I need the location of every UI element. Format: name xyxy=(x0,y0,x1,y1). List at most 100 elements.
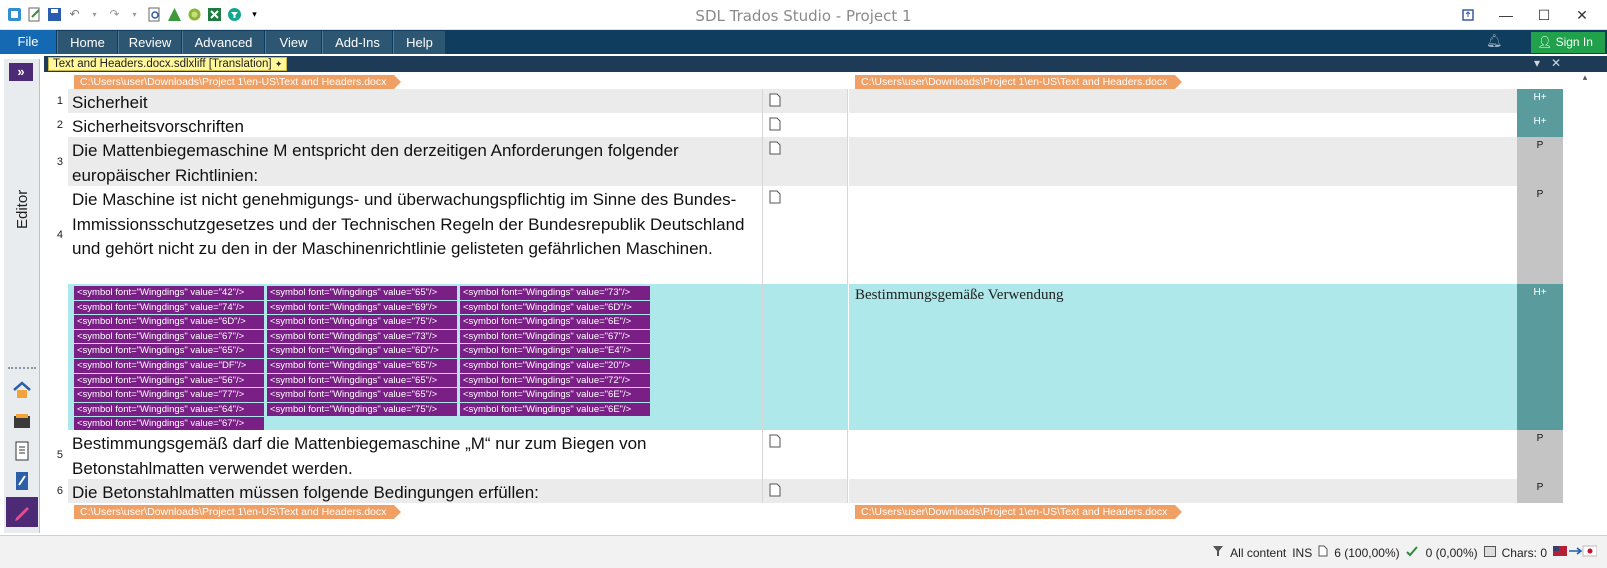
segment-number: 4 xyxy=(56,229,63,241)
symbol-tag[interactable]: <symbol font="Wingdings" value="73"/> xyxy=(460,286,650,300)
tab-close-icon[interactable]: ✦ xyxy=(275,59,283,69)
symbol-tag[interactable]: <symbol font="Wingdings" value="75"/> xyxy=(267,402,457,417)
close-icon[interactable]: ✕ xyxy=(1563,3,1601,27)
flag-icon[interactable] xyxy=(1553,545,1598,560)
tab-review[interactable]: Review xyxy=(118,31,181,54)
symbol-tag[interactable]: <symbol font="Wingdings" value="20"/> xyxy=(460,358,650,373)
undo-icon[interactable]: ↶ xyxy=(66,6,83,23)
symbol-tag[interactable]: <symbol font="Wingdings" value="56"/> xyxy=(74,373,264,388)
target-cell[interactable] xyxy=(849,113,1517,137)
segment-row[interactable]: 6 Die Betonstahlmatten müssen folgende B… xyxy=(44,479,1563,503)
symbol-tag[interactable]: <symbol font="Wingdings" value="69"/> xyxy=(267,300,457,315)
symbol-tag[interactable]: <symbol font="Wingdings" value="65"/> xyxy=(267,286,457,300)
save-icon[interactable] xyxy=(46,6,63,23)
symbol-tag[interactable]: <symbol font="Wingdings" value="42"/> xyxy=(74,286,264,300)
excel-icon[interactable] xyxy=(206,6,223,23)
status-cell xyxy=(762,430,848,479)
target-cell[interactable] xyxy=(849,430,1517,479)
minimize-icon[interactable]: — xyxy=(1487,3,1525,27)
symbol-tag[interactable]: <symbol font="Wingdings" value="67"/> xyxy=(74,417,264,431)
structure-badge: P xyxy=(1517,479,1563,503)
symbol-tag[interactable]: <symbol font="Wingdings" value="65"/> xyxy=(74,344,264,358)
source-cell[interactable]: Die Betonstahlmatten müssen folgende Bed… xyxy=(68,479,762,503)
symbol-tag[interactable]: <symbol font="Wingdings" value="DF"/> xyxy=(74,358,264,373)
segment-row[interactable]: 2 Sicherheitsvorschriften H+ xyxy=(44,113,1563,137)
source-cell[interactable]: Die Mattenbiegemaschine M entspricht den… xyxy=(68,137,762,186)
symbol-tag[interactable]: <symbol font="Wingdings" value="6D"/> xyxy=(74,315,264,329)
symbol-tag[interactable]: <symbol font="Wingdings" value="72"/> xyxy=(460,373,650,388)
undo-dropdown-icon[interactable]: ▾ xyxy=(86,6,103,23)
symbol-tag[interactable]: <symbol font="Wingdings" value="6D"/> xyxy=(267,344,457,358)
tag-list: <symbol font="Wingdings" value="42"/> <s… xyxy=(68,284,668,432)
symbol-tag[interactable]: <symbol font="Wingdings" value="E4"/> xyxy=(460,344,650,358)
source-cell[interactable]: Die Maschine ist nicht genehmigungs- und… xyxy=(68,186,762,284)
funnel-icon[interactable] xyxy=(1212,545,1224,560)
symbol-tag[interactable]: <symbol font="Wingdings" value="6D"/> xyxy=(460,300,650,315)
symbol-tag[interactable]: <symbol font="Wingdings" value="73"/> xyxy=(267,329,457,344)
file-tab[interactable]: File xyxy=(0,30,56,54)
segment-row[interactable]: 3 Die Mattenbiegemaschine M entspricht d… xyxy=(44,137,1563,186)
editor-grid: C:\Users\user\Downloads\Project 1\en-US\… xyxy=(44,72,1563,531)
redo-icon[interactable]: ↷ xyxy=(106,6,123,23)
target-cell[interactable] xyxy=(849,479,1517,503)
edit-document-icon[interactable] xyxy=(26,6,43,23)
preview-icon[interactable] xyxy=(146,6,163,23)
segment-row[interactable]: 4 Die Maschine ist nicht genehmigungs- u… xyxy=(44,186,1563,284)
filter-status[interactable]: All content xyxy=(1230,546,1286,560)
segment-row[interactable]: 1 Sicherheit H+ xyxy=(44,89,1563,113)
filter-circle-icon[interactable] xyxy=(226,6,243,23)
source-cell[interactable]: <symbol font="Wingdings" value="42"/> <s… xyxy=(68,284,762,432)
symbol-tag[interactable]: <symbol font="Wingdings" value="65"/> xyxy=(267,358,457,373)
vertical-scrollbar[interactable]: ▴ xyxy=(1563,72,1607,531)
symbol-tag[interactable]: <symbol font="Wingdings" value="64"/> xyxy=(74,402,264,417)
target-cell[interactable] xyxy=(849,89,1517,113)
scroll-up-arrow[interactable]: ▴ xyxy=(1563,72,1607,84)
expand-pane-button[interactable]: » xyxy=(9,63,33,81)
source-cell[interactable]: Sicherheit xyxy=(68,89,762,113)
sign-in-button[interactable]: 👤︎ Sign In xyxy=(1531,32,1605,53)
nav-editor-view[interactable] xyxy=(6,497,38,527)
target-cell[interactable] xyxy=(849,137,1517,186)
tab-list-dropdown-icon[interactable]: ▾ xyxy=(1534,56,1540,70)
tab-home[interactable]: Home xyxy=(57,31,117,54)
tree-icon[interactable] xyxy=(166,6,183,23)
symbol-tag[interactable]: <symbol font="Wingdings" value="75"/> xyxy=(267,315,457,329)
symbol-tag[interactable]: <symbol font="Wingdings" value="65"/> xyxy=(267,373,457,388)
tab-view[interactable]: View xyxy=(265,31,321,54)
nav-projects-view[interactable] xyxy=(6,406,38,436)
close-document-icon[interactable]: ✕ xyxy=(1551,56,1561,70)
symbol-tag[interactable]: <symbol font="Wingdings" value="65"/> xyxy=(267,388,457,402)
notifications-icon[interactable]: 🔔︎ xyxy=(1486,33,1504,51)
segment-row-active[interactable]: <symbol font="Wingdings" value="42"/> <s… xyxy=(44,284,1563,432)
symbol-tag[interactable]: <symbol font="Wingdings" value="74"/> xyxy=(74,300,264,315)
symbol-tag[interactable]: <symbol font="Wingdings" value="67"/> xyxy=(74,329,264,344)
quick-access-toolbar: ↶ ▾ ↷ ▾ ▾ xyxy=(6,6,263,23)
nav-home-view[interactable] xyxy=(6,375,38,405)
symbol-tag[interactable]: <symbol font="Wingdings" value="67"/> xyxy=(460,329,650,344)
segment-status-icon xyxy=(769,434,781,448)
tab-help[interactable]: Help xyxy=(393,31,445,54)
target-cell-active[interactable]: Bestimmungsgemäße Verwendung xyxy=(849,284,1517,430)
segment-row[interactable]: 5 Bestimmungsgemäß darf die Mattenbiegem… xyxy=(44,430,1563,479)
tab-advanced[interactable]: Advanced xyxy=(182,31,264,54)
insert-mode[interactable]: INS xyxy=(1292,546,1312,560)
customize-qat-icon[interactable]: ▾ xyxy=(246,6,263,23)
maximize-icon[interactable]: ☐ xyxy=(1525,3,1563,27)
source-cell[interactable]: Sicherheitsvorschriften xyxy=(68,113,762,137)
source-cell[interactable]: Bestimmungsgemäß darf die Mattenbiegemas… xyxy=(68,430,762,479)
symbol-tag[interactable]: <symbol font="Wingdings" value="77"/> xyxy=(74,388,264,402)
restore-view-icon[interactable] xyxy=(1449,3,1487,27)
redo-dropdown-icon[interactable]: ▾ xyxy=(126,6,143,23)
nav-reports-view[interactable] xyxy=(6,466,38,496)
symbol-tag[interactable]: <symbol font="Wingdings" value="6E"/> xyxy=(460,402,650,417)
tab-add-ins[interactable]: Add-Ins xyxy=(322,31,392,54)
sidebar-divider[interactable] xyxy=(8,367,36,369)
nav-files-view[interactable] xyxy=(6,436,38,466)
symbol-tag[interactable]: <symbol font="Wingdings" value="6E"/> xyxy=(460,315,650,329)
coin-icon[interactable] xyxy=(186,6,203,23)
document-tab[interactable]: Text and Headers.docx.sdlxliff [Translat… xyxy=(48,57,288,71)
target-cell[interactable] xyxy=(849,186,1517,284)
structure-badge: P xyxy=(1517,430,1563,479)
open-project-icon[interactable] xyxy=(6,6,23,23)
symbol-tag[interactable]: <symbol font="Wingdings" value="6E"/> xyxy=(460,388,650,402)
